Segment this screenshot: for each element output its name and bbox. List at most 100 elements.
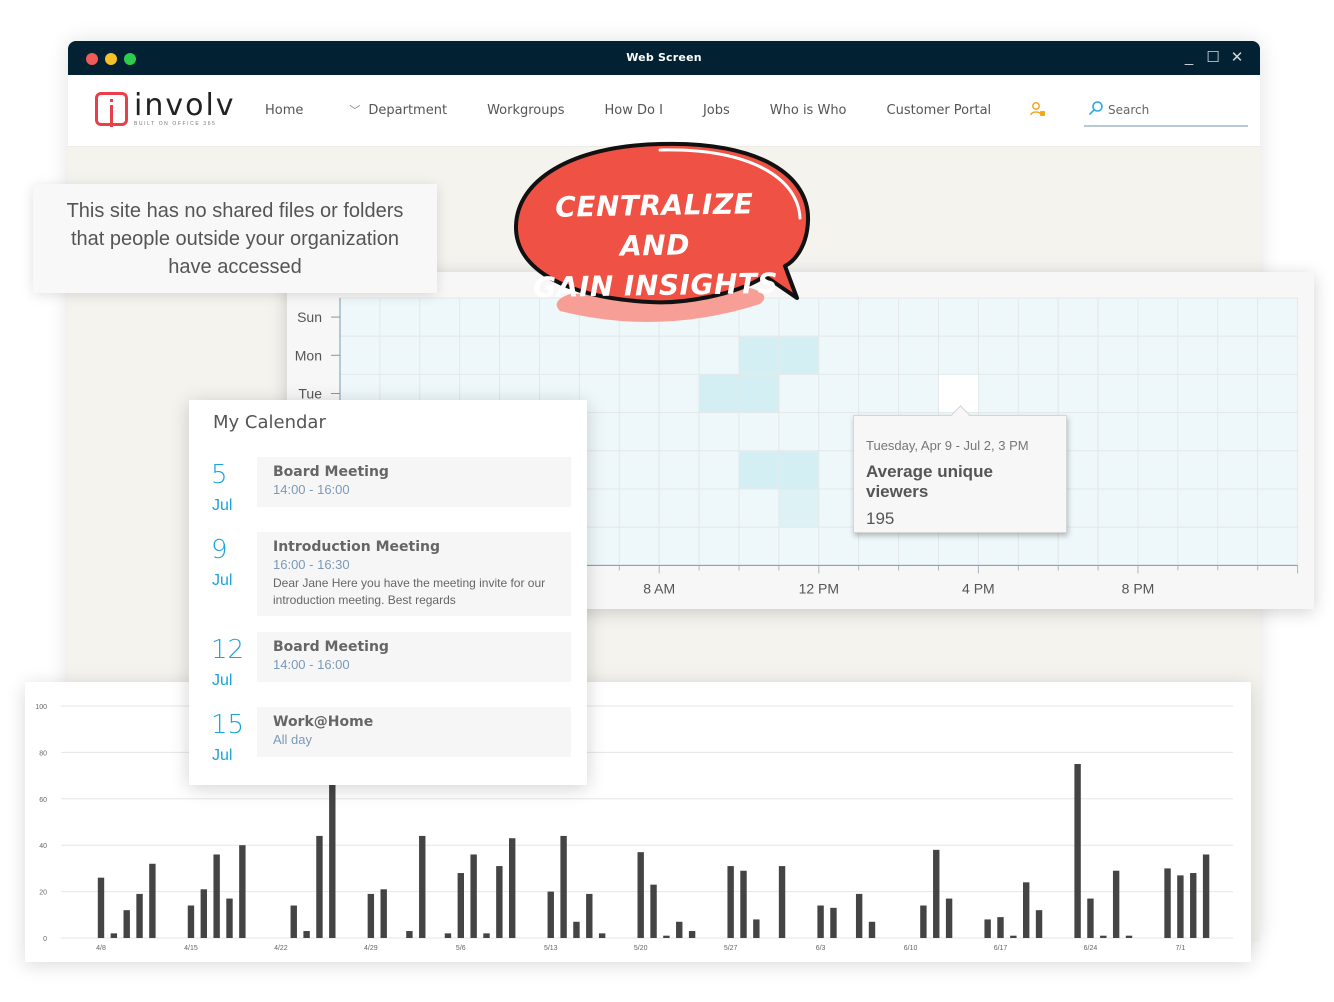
heatmap-cell <box>1017 373 1059 414</box>
nav-workgroups[interactable]: Workgroups <box>487 102 564 118</box>
event-details[interactable]: Introduction Meeting 16:00 - 16:30 Dear … <box>257 532 571 616</box>
heatmap-cell <box>1097 450 1139 490</box>
bar <box>509 838 516 938</box>
calendar-widget: My Calendar 5 Jul Board Meeting 14:00 - … <box>189 400 587 785</box>
bar <box>868 921 876 938</box>
event-month: Jul <box>212 747 233 764</box>
heatmap-cell <box>618 412 660 452</box>
heatmap-cell <box>1257 412 1299 452</box>
notice-text: This site has no shared files or folders… <box>66 199 404 278</box>
bar <box>727 866 734 938</box>
heatmap-cell <box>1257 373 1299 414</box>
heatmap-cell <box>1137 297 1179 337</box>
event-day: 15 <box>211 710 245 740</box>
bar <box>136 893 143 938</box>
heatmap-cell <box>459 335 501 375</box>
bar <box>496 866 503 938</box>
event-details[interactable]: Board Meeting 14:00 - 16:00 <box>257 457 571 507</box>
heatmap-cell <box>379 297 421 337</box>
external-sharing-notice: This site has no shared files or folders… <box>33 184 437 293</box>
heatmap-cell <box>778 373 820 414</box>
search-icon <box>1088 100 1104 121</box>
heatmap-cell <box>818 297 860 337</box>
heatmap-cell <box>818 335 860 375</box>
nav-customer-portal[interactable]: Customer Portal <box>887 102 992 118</box>
heatmap-cell <box>778 412 820 452</box>
search-field[interactable]: Search <box>1084 95 1248 127</box>
heatmap-cell <box>618 335 660 375</box>
bar <box>676 921 683 938</box>
bar <box>226 898 233 938</box>
heatmap-cell <box>738 412 780 452</box>
heatmap-cell <box>658 488 700 528</box>
heatmap-cell <box>1097 526 1139 566</box>
heatmap-cell <box>1177 526 1219 566</box>
bar <box>830 907 837 938</box>
x-tick-label: 4/8 <box>96 945 106 952</box>
heatmap-cell <box>1177 488 1219 528</box>
heatmap-cell <box>738 526 780 566</box>
event-details[interactable]: Board Meeting 14:00 - 16:00 <box>257 632 571 682</box>
nav-department[interactable]: ﹀ Department <box>349 102 447 118</box>
bar <box>920 905 927 938</box>
heatmap-cell <box>698 526 740 566</box>
main-nav: Home ﹀ Department Workgroups How Do I Job… <box>265 102 1031 118</box>
heatmap-cell <box>578 335 620 375</box>
heatmap-cell <box>1137 488 1179 528</box>
user-lock-icon[interactable] <box>1030 101 1046 121</box>
heatmap-cell <box>1177 412 1219 452</box>
nav-label: Home <box>265 102 304 118</box>
logo[interactable]: involv BUILT ON OFFICE 365 <box>95 88 236 127</box>
heatmap-cell <box>1097 297 1139 337</box>
title-bar: Web Screen _ ☐ ✕ <box>68 41 1260 75</box>
heatmap-cell <box>658 335 700 375</box>
nav-home[interactable]: Home <box>265 102 303 118</box>
heatmap-cell <box>818 373 860 414</box>
bar <box>1023 882 1030 938</box>
event-time: 14:00 - 16:00 <box>273 482 350 497</box>
bar <box>149 863 156 938</box>
heatmap-cell <box>1137 335 1179 375</box>
heatmap-cell <box>1257 297 1299 337</box>
window-title: Web Screen <box>626 51 702 64</box>
heatmap-cell <box>658 373 700 414</box>
heatmap-cell <box>1217 412 1259 452</box>
heatmap-cell <box>1017 335 1059 375</box>
minimize-icon[interactable]: _ <box>1182 49 1196 66</box>
maximize-icon[interactable]: ☐ <box>1206 49 1220 66</box>
event-time: All day <box>273 732 313 747</box>
bar <box>945 898 953 938</box>
nav-jobs[interactable]: Jobs <box>703 102 730 118</box>
heatmap-cell <box>858 335 900 375</box>
heatmap-cell <box>1257 526 1299 566</box>
bar <box>444 933 452 938</box>
nav-label: Department <box>368 102 448 118</box>
bar <box>573 921 580 938</box>
heatmap-cell <box>1257 450 1299 490</box>
x-tick-label: 4/15 <box>184 945 198 952</box>
heatmap-cell <box>1057 335 1099 375</box>
event-details[interactable]: Work@Home All day <box>257 707 571 757</box>
bar <box>1035 910 1043 938</box>
bar <box>933 849 940 938</box>
event-month: Jul <box>212 497 233 514</box>
heatmap-cell <box>1257 335 1299 375</box>
heatmap-cell <box>1177 450 1219 490</box>
close-icon[interactable]: ✕ <box>1230 49 1244 66</box>
x-tick-label: 6/24 <box>1084 945 1098 952</box>
nav-who-is-who[interactable]: Who is Who <box>770 102 847 118</box>
nav-how-do-i[interactable]: How Do I <box>605 102 663 118</box>
heatmap-cell <box>977 297 1019 337</box>
tooltip-date: Tuesday, Apr 9 - Jul 2, 3 PM <box>866 438 1029 453</box>
x-tick-label: 6/3 <box>816 945 826 952</box>
heatmap-cell <box>459 297 501 337</box>
logo-wordmark: involv <box>134 88 236 123</box>
bar <box>1177 875 1184 938</box>
y-tick-label: 40 <box>39 843 47 850</box>
heatmap-cell <box>1017 297 1059 337</box>
heatmap-cell <box>938 335 979 375</box>
heatmap-cell <box>698 335 740 375</box>
event-title: Board Meeting <box>273 639 389 655</box>
x-tick-label: 4/29 <box>364 945 378 952</box>
y-tick-label: Sun <box>297 309 322 325</box>
